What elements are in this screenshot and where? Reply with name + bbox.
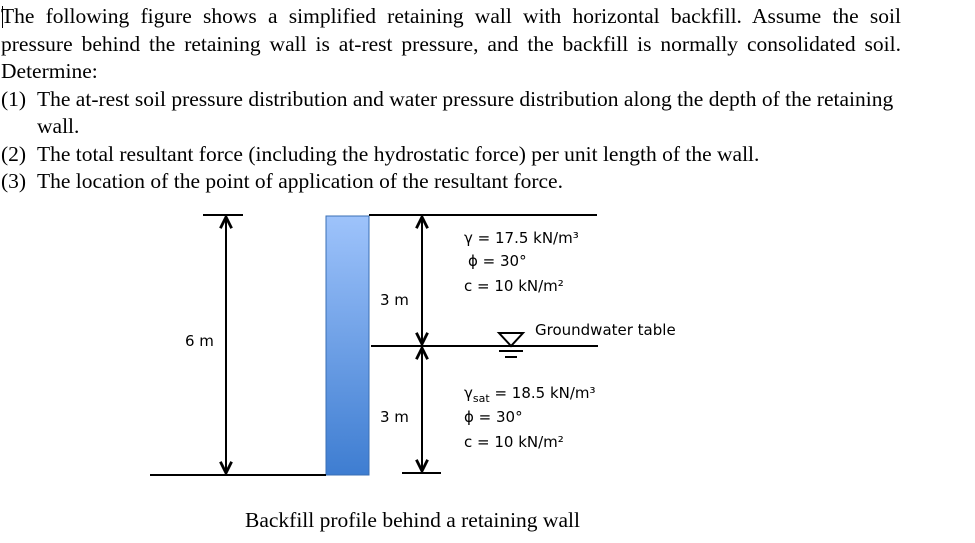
upper-cohesion: c = 10 kN/m² bbox=[464, 277, 564, 295]
lower-layer-height-label: 3 m bbox=[380, 408, 409, 426]
gamma-subscript: sat bbox=[473, 392, 490, 405]
lower-cohesion: c = 10 kN/m² bbox=[464, 433, 564, 451]
upper-unit-weight: γ = 17.5 kN/m³ bbox=[464, 229, 579, 247]
gamma-sat-value: = 18.5 kN/m³ bbox=[490, 384, 596, 402]
figure-caption: Backfill profile behind a retaining wall bbox=[245, 508, 580, 532]
total-height-label: 6 m bbox=[185, 332, 214, 350]
groundwater-label: Groundwater table bbox=[535, 321, 676, 339]
gamma-symbol: γ bbox=[464, 384, 473, 402]
retaining-wall-figure: 6 m 3 m 3 m Groundwater table γ = 17.5 k… bbox=[150, 214, 676, 476]
lower-friction-angle: ϕ = 30° bbox=[464, 408, 523, 426]
upper-friction-angle: ϕ = 30° bbox=[468, 252, 527, 270]
upper-layer-height-label: 3 m bbox=[380, 291, 409, 309]
lower-saturated-unit-weight: γsat = 18.5 kN/m³ bbox=[464, 384, 596, 405]
retaining-wall bbox=[325, 215, 370, 476]
